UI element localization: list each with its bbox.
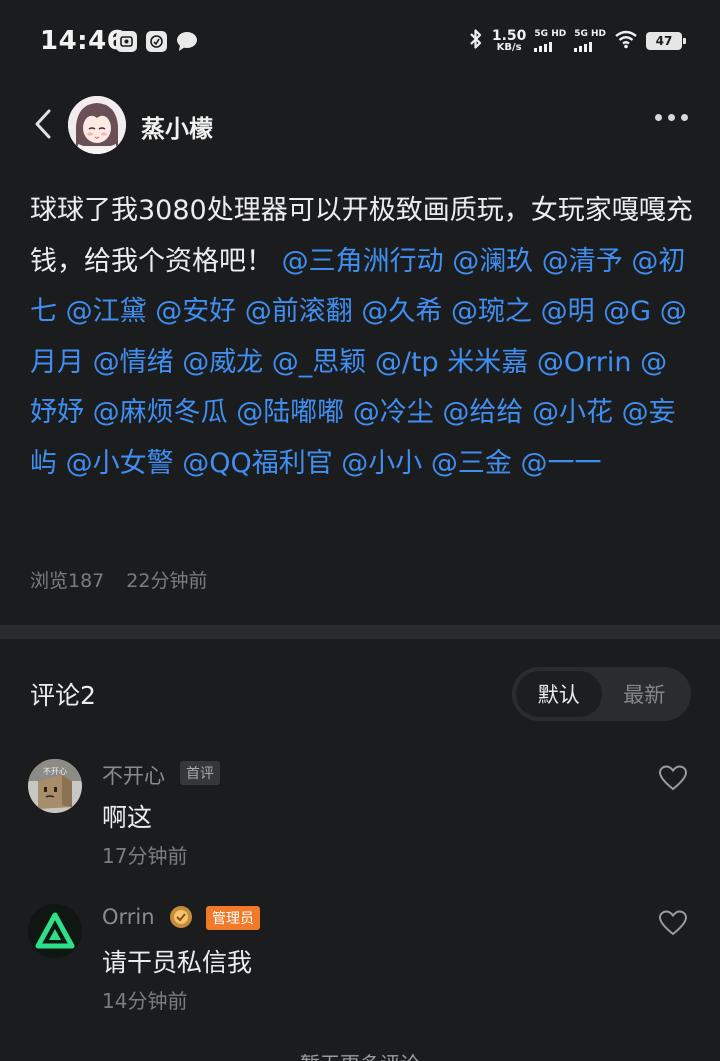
mention-link[interactable]: @冷尘 (353, 397, 434, 428)
post-meta: 浏览187 22分钟前 (30, 566, 207, 593)
svg-text:不开心: 不开心 (43, 767, 67, 776)
more-options-button[interactable] (655, 114, 688, 121)
mention-link[interactable]: @小女警 (66, 448, 174, 479)
mention-link[interactable]: @陆嘟嘟 (236, 397, 344, 428)
mention-link[interactable]: @前滚翻 (245, 296, 353, 327)
signal-bars-icon (574, 41, 593, 52)
post-content: 球球了我3080处理器可以开极致画质玩，女玩家嘎嘎充钱，给我个资格吧！ @三角洲… (30, 186, 694, 489)
signal-bars-icon (534, 41, 553, 52)
app-notification-icon (116, 31, 137, 52)
comment-text: 啊这 (102, 803, 153, 832)
commenter-name[interactable]: Orrin (102, 905, 155, 929)
mention-link[interactable]: @小小 (341, 448, 422, 479)
comment-item: 不开心 不开心 首评 啊这 17分钟前 (0, 758, 720, 878)
comment-time: 17分钟前 (102, 844, 188, 868)
comment-text: 请干员私信我 (102, 948, 253, 977)
view-count: 浏览187 (30, 570, 105, 592)
battery-icon: 47 (646, 32, 686, 50)
sort-default-tab[interactable]: 默认 (516, 671, 602, 717)
no-more-comments: 暂无更多评论 (0, 1048, 720, 1061)
post-time: 22分钟前 (126, 570, 208, 592)
status-right: 1.50 KB/s 5G HD 5G HD 47 (468, 28, 686, 54)
comment-time: 14分钟前 (102, 989, 188, 1013)
speed-value: 1.50 (491, 28, 527, 44)
signal-2-label: 5G HD (574, 29, 606, 39)
more-dots-icon (655, 114, 662, 121)
comment-sort-toggle: 默认 最新 (512, 667, 691, 721)
mention-list: @三角洲行动 @澜玖 @清予 @初七 @江黛 @安好 @前滚翻 @久希 @琬之 … (30, 246, 687, 479)
author-avatar[interactable] (68, 96, 126, 154)
sort-latest-tab[interactable]: 最新 (602, 671, 688, 717)
comments-title: 评论2 (30, 681, 96, 710)
status-bar: 14:46 1.50 KB/s 5G HD 5G HD 47 (0, 0, 720, 86)
commenter-avatar[interactable] (28, 904, 82, 958)
back-arrow-icon (35, 109, 51, 139)
bluetooth-icon (468, 28, 484, 54)
mention-link[interactable]: @三角洲行动 (282, 246, 444, 277)
mention-link[interactable]: @威龙 (182, 347, 263, 378)
rank-medal-icon (168, 904, 194, 930)
commenter-avatar[interactable]: 不开心 (28, 759, 82, 813)
mention-link[interactable]: @Orrin (537, 347, 632, 378)
mention-link[interactable]: @清予 (542, 246, 623, 277)
mention-link[interactable]: @给给 (442, 397, 523, 428)
mention-link[interactable]: @QQ福利官 (182, 448, 333, 479)
mention-link[interactable]: @琬之 (451, 296, 532, 327)
commenter-name[interactable]: 不开心 (102, 760, 165, 790)
mention-link[interactable]: @明 (541, 296, 595, 327)
mention-link[interactable]: @一一 (520, 448, 601, 479)
network-speed: 1.50 KB/s (492, 29, 527, 53)
mention-link[interactable]: @安好 (155, 296, 236, 327)
wifi-icon (614, 29, 638, 53)
heart-outline-icon[interactable] (658, 764, 688, 792)
speed-unit: KB/s (496, 42, 522, 53)
mention-link[interactable]: @小花 (532, 397, 613, 428)
game-notification-icon (146, 31, 167, 52)
signal-2: 5G HD (574, 30, 606, 52)
comment-item: Orrin 管理员 请干员私信我 14分钟前 (0, 903, 720, 1023)
notification-icons (116, 31, 198, 52)
mention-link[interactable]: @_思颖 (272, 347, 367, 378)
admin-badge: 管理员 (206, 906, 260, 930)
mention-link[interactable]: @情绪 (93, 347, 174, 378)
mention-link[interactable]: @澜玖 (452, 246, 533, 277)
status-time: 14:46 (40, 26, 126, 56)
section-divider (0, 625, 720, 639)
mention-link[interactable]: @三金 (431, 448, 512, 479)
chat-bubble-icon (176, 31, 198, 52)
author-name[interactable]: 蒸小檬 (141, 109, 213, 144)
heart-outline-icon[interactable] (658, 909, 688, 937)
mention-link[interactable]: @久希 (361, 296, 442, 327)
battery-level: 47 (655, 34, 673, 48)
first-comment-badge: 首评 (180, 761, 220, 785)
mention-link[interactable]: @江黛 (66, 296, 147, 327)
signal-1-label: 5G HD (534, 29, 567, 39)
back-button[interactable] (28, 106, 58, 142)
signal-1: 5G HD (534, 30, 566, 52)
mention-link[interactable]: @G (603, 296, 651, 327)
post-header: 蒸小檬 (0, 92, 720, 158)
mention-link[interactable]: @麻烦冬瓜 (93, 397, 228, 428)
mention-link[interactable]: @/tp 米米嘉 (375, 347, 528, 378)
